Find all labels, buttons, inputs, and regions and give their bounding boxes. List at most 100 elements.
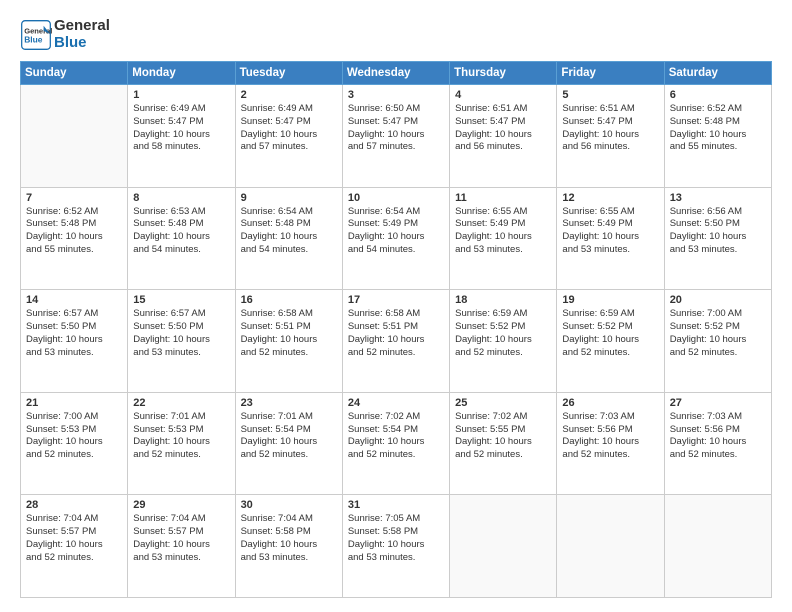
cell-info-line: Sunset: 5:47 PM [348, 116, 444, 129]
day-number: 14 [26, 294, 122, 306]
cell-info-line: Sunrise: 7:02 AM [455, 411, 551, 424]
cell-info-line: Daylight: 10 hours [670, 436, 766, 449]
cell-info-line: Daylight: 10 hours [455, 231, 551, 244]
cell-info-line: Sunset: 5:55 PM [455, 424, 551, 437]
cell-info-line: Sunset: 5:52 PM [562, 321, 658, 334]
calendar-cell: 27Sunrise: 7:03 AMSunset: 5:56 PMDayligh… [664, 392, 771, 495]
day-of-week-header: Wednesday [342, 62, 449, 85]
cell-info-line: Sunset: 5:47 PM [562, 116, 658, 129]
day-number: 20 [670, 294, 766, 306]
calendar-cell: 21Sunrise: 7:00 AMSunset: 5:53 PMDayligh… [21, 392, 128, 495]
cell-info-line: and 52 minutes. [133, 449, 229, 462]
calendar-cell: 17 Sunrise: 6:58 AMSunset: 5:51 PMDayligh… [342, 290, 449, 393]
cell-info-line: Sunset: 5:47 PM [241, 116, 337, 129]
cell-info-line: Daylight: 10 hours [562, 436, 658, 449]
cell-info-line: Sunrise: 6:59 AM [455, 308, 551, 321]
calendar-cell: 12Sunrise: 6:55 AMSunset: 5:49 PMDayligh… [557, 187, 664, 290]
cell-info-line: Daylight: 10 hours [26, 436, 122, 449]
cell-info-line: Sunset: 5:51 PM [348, 321, 444, 334]
calendar-cell: 1Sunrise: 6:49 AMSunset: 5:47 PMDaylight… [128, 85, 235, 188]
cell-info-line: and 52 minutes. [26, 552, 122, 565]
cell-info-line: Sunrise: 6:52 AM [670, 103, 766, 116]
cell-info-line: Daylight: 10 hours [348, 334, 444, 347]
day-number: 1 [133, 89, 229, 101]
calendar-cell: 28Sunrise: 7:04 AMSunset: 5:57 PMDayligh… [21, 495, 128, 598]
calendar-week-row: 21Sunrise: 7:00 AMSunset: 5:53 PMDayligh… [21, 392, 772, 495]
day-number: 13 [670, 192, 766, 204]
calendar-cell: 13Sunrise: 6:56 AMSunset: 5:50 PMDayligh… [664, 187, 771, 290]
cell-info-line: Sunrise: 6:54 AM [348, 206, 444, 219]
cell-info-line: Sunrise: 6:58 AM [241, 308, 337, 321]
cell-info-line: Sunset: 5:48 PM [241, 218, 337, 231]
cell-info-line: and 52 minutes. [348, 449, 444, 462]
cell-info-line: Sunrise: 7:02 AM [348, 411, 444, 424]
cell-info-line: Sunrise: 7:01 AM [133, 411, 229, 424]
calendar-week-row: 1Sunrise: 6:49 AMSunset: 5:47 PMDaylight… [21, 85, 772, 188]
day-number: 29 [133, 499, 229, 511]
logo-icon: General Blue [20, 19, 52, 51]
day-number: 21 [26, 397, 122, 409]
cell-info-line: Daylight: 10 hours [241, 539, 337, 552]
cell-info-line: Daylight: 10 hours [26, 539, 122, 552]
day-number: 24 [348, 397, 444, 409]
day-of-week-header: Tuesday [235, 62, 342, 85]
day-number: 23 [241, 397, 337, 409]
cell-info-line: Daylight: 10 hours [670, 334, 766, 347]
calendar-cell: 11Sunrise: 6:55 AMSunset: 5:49 PMDayligh… [450, 187, 557, 290]
day-number: 17 [348, 294, 444, 306]
cell-info-line: and 52 minutes. [562, 347, 658, 360]
cell-info-line: Sunrise: 7:04 AM [241, 513, 337, 526]
day-of-week-header: Saturday [664, 62, 771, 85]
calendar-cell: 16Sunrise: 6:58 AMSunset: 5:51 PMDayligh… [235, 290, 342, 393]
cell-info-line: Daylight: 10 hours [562, 129, 658, 142]
cell-info-line: Daylight: 10 hours [348, 539, 444, 552]
cell-info-line: Daylight: 10 hours [133, 334, 229, 347]
cell-info-line: Sunrise: 6:49 AM [133, 103, 229, 116]
calendar-cell: 31Sunrise: 7:05 AMSunset: 5:58 PMDayligh… [342, 495, 449, 598]
calendar-cell: 9Sunrise: 6:54 AMSunset: 5:48 PMDaylight… [235, 187, 342, 290]
cell-info-line: Sunrise: 6:49 AM [241, 103, 337, 116]
calendar-cell: 19Sunrise: 6:59 AMSunset: 5:52 PMDayligh… [557, 290, 664, 393]
cell-info-line: Daylight: 10 hours [455, 129, 551, 142]
day-of-week-header: Monday [128, 62, 235, 85]
cell-info-line: Sunset: 5:47 PM [455, 116, 551, 129]
day-number: 18 [455, 294, 551, 306]
cell-info-line: Sunrise: 6:57 AM [26, 308, 122, 321]
cell-info-line: Daylight: 10 hours [133, 231, 229, 244]
day-of-week-header: Friday [557, 62, 664, 85]
cell-info-line: Sunrise: 6:55 AM [455, 206, 551, 219]
calendar-cell: 2Sunrise: 6:49 AMSunset: 5:47 PMDaylight… [235, 85, 342, 188]
day-number: 27 [670, 397, 766, 409]
cell-info-line: Daylight: 10 hours [133, 129, 229, 142]
cell-info-line: Daylight: 10 hours [241, 129, 337, 142]
cell-info-line: Sunrise: 7:05 AM [348, 513, 444, 526]
calendar-cell: 8Sunrise: 6:53 AMSunset: 5:48 PMDaylight… [128, 187, 235, 290]
page: General Blue General Blue SundayMondayTu… [0, 0, 792, 612]
cell-info-line: and 52 minutes. [26, 449, 122, 462]
calendar-cell: 22Sunrise: 7:01 AMSunset: 5:53 PMDayligh… [128, 392, 235, 495]
cell-info-line: Sunrise: 6:52 AM [26, 206, 122, 219]
cell-info-line: Sunset: 5:57 PM [26, 526, 122, 539]
cell-info-line: and 53 minutes. [241, 552, 337, 565]
cell-info-line: Sunset: 5:53 PM [133, 424, 229, 437]
cell-info-line: Sunrise: 7:00 AM [26, 411, 122, 424]
cell-info-line: and 53 minutes. [133, 552, 229, 565]
cell-info-line: Daylight: 10 hours [241, 334, 337, 347]
cell-info-line: Sunrise: 6:58 AM [348, 308, 444, 321]
day-number: 3 [348, 89, 444, 101]
cell-info-line: Daylight: 10 hours [562, 231, 658, 244]
cell-info-line: Daylight: 10 hours [133, 436, 229, 449]
calendar-week-row: 14Sunrise: 6:57 AMSunset: 5:50 PMDayligh… [21, 290, 772, 393]
calendar-cell: 24Sunrise: 7:02 AMSunset: 5:54 PMDayligh… [342, 392, 449, 495]
cell-info-line: Sunset: 5:50 PM [26, 321, 122, 334]
calendar-cell [450, 495, 557, 598]
calendar-week-row: 28Sunrise: 7:04 AMSunset: 5:57 PMDayligh… [21, 495, 772, 598]
calendar-cell [557, 495, 664, 598]
cell-info-line: Daylight: 10 hours [133, 539, 229, 552]
cell-info-line: Sunrise: 6:50 AM [348, 103, 444, 116]
cell-info-line: Sunrise: 6:54 AM [241, 206, 337, 219]
cell-info-line: Sunrise: 6:57 AM [133, 308, 229, 321]
cell-info-line: Sunset: 5:56 PM [562, 424, 658, 437]
cell-info-line: Sunset: 5:52 PM [670, 321, 766, 334]
cell-info-line: Daylight: 10 hours [455, 334, 551, 347]
